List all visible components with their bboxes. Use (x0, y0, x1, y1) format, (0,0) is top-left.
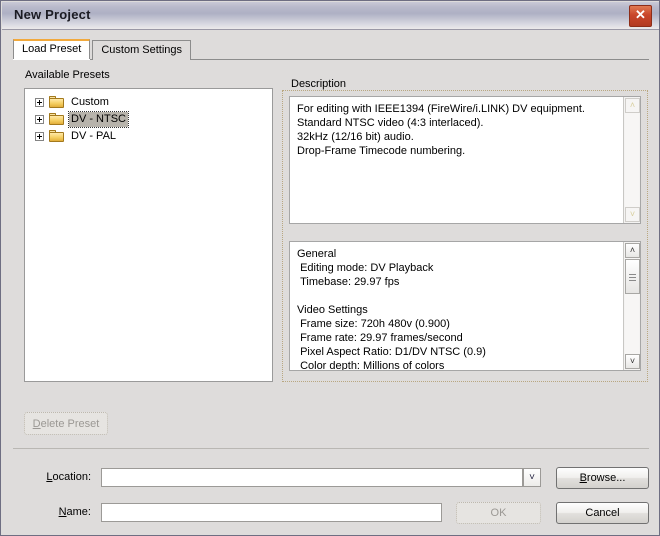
tree-item-label: DV - PAL (71, 130, 117, 142)
name-input[interactable] (101, 503, 442, 522)
chevron-up-icon: ˄ (629, 100, 636, 110)
cancel-button[interactable]: Cancel (556, 502, 649, 524)
presets-tree[interactable]: Custom DV - NTSC DV - PAL (24, 88, 273, 382)
settings-text: General Editing mode: DV Playback Timeba… (297, 248, 486, 371)
description-text: For editing with IEEE1394 (FireWire/i.LI… (297, 103, 585, 157)
scroll-up-button[interactable]: ˄ (625, 243, 640, 258)
chevron-down-icon: ˅ (629, 209, 636, 219)
tab-load-preset[interactable]: Load Preset (13, 39, 91, 60)
expand-plus-icon[interactable] (35, 132, 44, 141)
location-label-rest: ocation: (52, 471, 91, 483)
tree-item-label: Custom (71, 96, 109, 108)
browse-accel: B (579, 472, 587, 484)
expand-plus-icon[interactable] (35, 115, 44, 124)
chevron-down-icon: ˅ (629, 356, 636, 366)
tree-item-dv-ntsc[interactable]: DV - NTSC (25, 111, 272, 128)
description-label: Description (288, 78, 350, 90)
scroll-thumb[interactable] (625, 259, 640, 294)
browse-button[interactable]: Browse... (556, 467, 649, 489)
window-title: New Project (14, 7, 91, 22)
tab-load-preset-label: Load Preset (22, 43, 82, 55)
name-label-rest: ame: (66, 506, 91, 518)
name-label-accel: N (58, 506, 67, 518)
tab-custom-settings[interactable]: Custom Settings (92, 40, 192, 60)
location-label: Location: (19, 471, 91, 483)
tab-custom-settings-label: Custom Settings (101, 44, 183, 56)
tree-item-custom[interactable]: Custom (25, 94, 272, 111)
location-input[interactable] (101, 468, 523, 487)
delete-preset-label: elete Preset (40, 417, 100, 430)
tree-item-dv-pal[interactable]: DV - PAL (25, 128, 272, 145)
chevron-up-icon: ˄ (629, 245, 636, 255)
folder-icon (49, 113, 65, 126)
cancel-label: Cancel (585, 507, 620, 519)
close-x-icon: ✕ (635, 7, 646, 22)
section-divider (13, 448, 649, 449)
scroll-up-button[interactable]: ˄ (625, 98, 640, 113)
delete-preset-accel: D (32, 417, 41, 430)
ok-button[interactable]: OK (456, 502, 541, 524)
ok-label: OK (490, 507, 507, 519)
scroll-down-button[interactable]: ˅ (625, 207, 640, 222)
title-bar: New Project ✕ (2, 2, 659, 30)
scroll-down-button[interactable]: ˅ (625, 354, 640, 369)
folder-icon (49, 96, 65, 109)
description-scrollbar[interactable]: ˄ ˅ (623, 97, 640, 223)
scroll-track[interactable] (625, 113, 639, 207)
browse-label: rowse... (586, 472, 626, 484)
chevron-down-icon: ˅ (529, 472, 535, 483)
settings-panel: General Editing mode: DV Playback Timeba… (289, 241, 641, 371)
expand-plus-icon[interactable] (35, 98, 44, 107)
folder-icon (49, 130, 65, 143)
description-panel: For editing with IEEE1394 (FireWire/i.LI… (289, 96, 641, 224)
delete-preset-button[interactable]: Delete Preset (24, 412, 108, 435)
new-project-dialog: New Project ✕ Load Preset Custom Setting… (0, 0, 660, 536)
tree-item-label: DV - NTSC (68, 111, 129, 128)
tabstrip: Load Preset Custom Settings (13, 39, 649, 60)
location-dropdown-button[interactable]: ˅ (523, 468, 541, 487)
available-presets-label: Available Presets (22, 69, 113, 81)
tab-underline-mask (13, 59, 91, 60)
name-label: Name: (19, 506, 91, 518)
close-button[interactable]: ✕ (629, 5, 652, 27)
settings-scrollbar[interactable]: ˄ ˅ (623, 242, 640, 370)
